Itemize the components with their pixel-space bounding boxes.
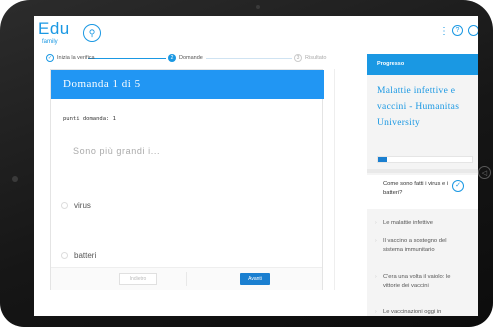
question-footer: Indietro Avanti [51,267,322,290]
logo-subtitle: family [42,39,58,45]
course-title: Malattie infettive e vaccini - Humanitas… [377,86,460,128]
step-connector [206,58,292,59]
question-title: Domanda 1 di 5 [63,78,141,90]
next-button[interactable]: Avanti [240,273,270,285]
step-start: ✓ Inizia la verifica [46,54,95,62]
progress-sidebar: Progresso Malattie infettive e vaccini -… [367,54,478,316]
lesson-item[interactable]: › Il vaccino a sostegno del sistema immu… [375,237,471,254]
answer-option-batteri[interactable]: batteri [61,251,96,260]
divider [367,169,478,173]
progress-fill [378,157,388,162]
question-header: Domanda 1 di 5 [51,70,324,99]
camera-dot [256,5,260,9]
progress-bar [377,156,473,163]
quiz-stepper: ✓ Inizia la verifica 2 Domande 3 Risulta… [46,54,332,68]
tablet-frame: ◁ Edu family ⚲ ⋮ ? ✓ Inizia la verifica … [0,0,493,327]
step-label: Inizia la verifica [57,55,95,61]
radio-button[interactable] [61,252,68,259]
answer-label: virus [74,201,91,210]
lesson-label: Il vaccino a sostegno del sistema immuni… [383,238,447,253]
lesson-item[interactable]: › Le malattie infettive [375,219,471,228]
radio-button[interactable] [61,202,68,209]
step-result: 3 Risultato [294,54,326,62]
divider [334,69,335,290]
sidebar-header: Progresso [367,54,478,75]
step-label: Risultato [305,55,327,61]
lesson-label: Come sono fatti i virus e i batteri? [383,181,449,196]
step-check-icon: ✓ [46,54,54,62]
chevron-right-icon [375,180,383,209]
step-label: Domande [179,55,203,61]
step-questions: 2 Domande [168,54,203,62]
back-button[interactable]: Indietro [119,273,157,285]
step-number: 3 [294,54,302,62]
screen: Edu family ⚲ ⋮ ? ✓ Inizia la verifica 2 … [34,16,478,316]
check-icon: ✓ [452,180,464,192]
question-points: punti domanda: 1 [63,116,116,122]
lesson-label: Le malattie infettive [383,220,433,226]
side-sensor [12,176,18,182]
search-icon[interactable]: ⚲ [83,24,101,42]
help-icon[interactable]: ? [452,25,463,36]
logo[interactable]: Edu [38,20,70,37]
chevron-right-icon: › [375,220,377,226]
more-icon[interactable]: ⋮ [439,26,449,37]
step-number: 2 [168,54,176,62]
app-header: Edu family ⚲ ⋮ ? [34,16,478,54]
question-card: Domanda 1 di 5 punti domanda: 1 Sono più… [50,69,324,290]
divider [186,272,187,286]
lesson-item[interactable]: Come sono fatti i virus e i batteri? ✓ [367,175,478,209]
lesson-label: C'era una volta il vaiolo: le vittorie d… [383,274,451,289]
chevron-right-icon: › [375,309,377,315]
sidebar-title: Progresso [377,61,405,67]
lesson-item[interactable]: › C'era una volta il vaiolo: le vittorie… [375,273,471,290]
lesson-label: Le vaccinazioni oggi in Italia [383,309,442,315]
user-icon[interactable] [468,25,478,36]
lesson-item[interactable]: › Le vaccinazioni oggi in Italia [375,308,471,316]
answer-label: batteri [74,251,97,260]
chevron-right-icon: › [375,238,377,244]
answer-option-virus[interactable]: virus [61,201,91,210]
chevron-right-icon: › [375,274,377,280]
question-text: Sono più grandi i... [73,146,161,156]
home-button-icon[interactable]: ◁ [478,166,491,179]
step-connector [88,58,166,59]
